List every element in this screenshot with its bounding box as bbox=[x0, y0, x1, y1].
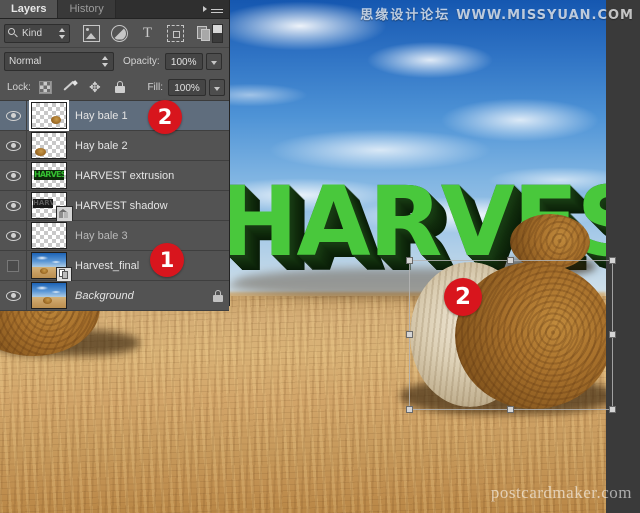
layer-thumbnail-cell[interactable] bbox=[27, 252, 72, 283]
layer-thumbnail bbox=[31, 252, 72, 283]
blend-mode-value: Normal bbox=[9, 55, 42, 67]
magnifier-icon bbox=[8, 27, 19, 39]
eye-icon bbox=[5, 110, 21, 121]
opacity-input[interactable]: 100% bbox=[164, 52, 203, 70]
watermark-top: 思缘设计论坛 WWW.MISSYUAN.COM bbox=[360, 4, 634, 23]
filter-type-icons: T bbox=[83, 24, 212, 42]
layer-list: Hay bale 1 Hay bale 2 HARVES HARVEST ext… bbox=[0, 100, 229, 311]
layer-thumbnail bbox=[31, 132, 67, 159]
panel-menu-icon[interactable] bbox=[203, 4, 225, 15]
lock-position-icon[interactable]: ✥ bbox=[88, 80, 102, 94]
layer-visibility-toggle[interactable] bbox=[0, 131, 27, 160]
callout-badge-2-layer: 2 bbox=[148, 100, 182, 134]
layer-visibility-toggle[interactable] bbox=[0, 101, 27, 130]
layer-thumbnail bbox=[31, 222, 67, 249]
tab-layers[interactable]: Layers bbox=[0, 0, 59, 18]
filter-kind-label: Kind bbox=[22, 27, 43, 39]
layer-visibility-toggle[interactable] bbox=[0, 221, 27, 250]
lock-image-pixels-icon[interactable] bbox=[63, 80, 77, 94]
layer-visibility-toggle[interactable] bbox=[0, 251, 27, 280]
callout-badge-1-layer: 1 bbox=[150, 243, 184, 277]
hay-bale-far bbox=[510, 214, 590, 270]
table-row[interactable]: Harvest_final bbox=[0, 251, 229, 283]
table-row[interactable]: HARVEST HARVEST shadow bbox=[0, 191, 229, 223]
blend-mode-stepper-icon[interactable] bbox=[102, 55, 109, 67]
table-row[interactable]: Background bbox=[0, 281, 229, 311]
layer-thumbnail-cell[interactable] bbox=[27, 132, 71, 159]
layer-locked-indicator bbox=[207, 289, 229, 302]
layer-name[interactable]: Hay bale 3 bbox=[71, 230, 229, 242]
fill-slider-button[interactable] bbox=[209, 78, 225, 96]
eye-icon bbox=[5, 140, 21, 151]
table-row[interactable]: HARVEST HARVEST extrusion bbox=[0, 161, 229, 191]
layer-thumbnail bbox=[31, 282, 67, 309]
watermark-top-url: WWW.MISSYUAN.COM bbox=[456, 8, 634, 23]
layers-panel: Layers History Kind T Normal Opacity: 10… bbox=[0, 0, 230, 311]
fill-input[interactable]: 100% bbox=[168, 78, 206, 96]
layer-thumbnail-cell[interactable] bbox=[27, 100, 71, 131]
filter-smart-object-layers-icon[interactable] bbox=[195, 25, 212, 42]
opacity-slider-button[interactable] bbox=[205, 52, 222, 70]
lock-label: Lock: bbox=[7, 81, 31, 93]
eye-off-icon bbox=[7, 259, 19, 272]
layer-thumbnail: HARVEST bbox=[31, 162, 67, 189]
fill-label: Fill: bbox=[147, 81, 163, 93]
watermark-top-chinese: 思缘设计论坛 bbox=[360, 8, 451, 23]
filter-adjustment-layers-icon[interactable] bbox=[111, 24, 128, 42]
callout-badge-2-canvas: 2 bbox=[444, 278, 482, 316]
table-row[interactable]: Hay bale 2 bbox=[0, 131, 229, 161]
filter-kind-dropdown[interactable]: Kind bbox=[4, 23, 70, 43]
photoshop-screenshot: HARVEST HARVEST bbox=[0, 0, 640, 513]
thumbnail-harvest-green: HARVEST bbox=[34, 170, 64, 180]
thumbnail-harvest-shadow: HARVEST bbox=[33, 199, 53, 208]
up-down-arrows-icon[interactable] bbox=[59, 27, 66, 39]
eye-icon bbox=[5, 200, 21, 211]
lock-transparent-pixels-icon[interactable] bbox=[38, 80, 52, 94]
lock-all-icon[interactable] bbox=[113, 80, 127, 94]
layer-name[interactable]: Background bbox=[71, 290, 207, 302]
layer-visibility-toggle[interactable] bbox=[0, 161, 27, 190]
layer-name[interactable]: HARVEST shadow bbox=[71, 200, 229, 212]
layer-thumbnail bbox=[29, 100, 69, 131]
layer-visibility-toggle[interactable] bbox=[0, 191, 27, 220]
filter-enable-toggle[interactable] bbox=[212, 23, 223, 43]
filter-pixel-layers-icon[interactable] bbox=[83, 24, 100, 42]
eye-icon bbox=[5, 170, 21, 181]
layer-visibility-toggle[interactable] bbox=[0, 281, 27, 310]
lock-buttons: ✥ bbox=[38, 80, 127, 94]
filter-shape-layers-icon[interactable] bbox=[167, 24, 184, 42]
layer-name[interactable]: HARVEST extrusion bbox=[71, 170, 229, 182]
table-row[interactable]: Hay bale 3 bbox=[0, 221, 229, 251]
panel-tab-strip: Layers History bbox=[0, 0, 229, 19]
layer-thumbnail-cell[interactable] bbox=[27, 282, 71, 309]
blend-mode-dropdown[interactable]: Normal bbox=[4, 51, 114, 71]
lock-icon bbox=[213, 289, 223, 302]
tab-history[interactable]: History bbox=[58, 0, 116, 18]
layer-thumbnail-cell[interactable]: HARVEST bbox=[27, 192, 73, 223]
layer-name[interactable]: Hay bale 2 bbox=[71, 140, 229, 152]
filter-type-layers-icon[interactable]: T bbox=[139, 25, 156, 42]
lock-row: Lock: ✥ Fill: 100% bbox=[0, 74, 229, 101]
layer-thumbnail: HARVEST bbox=[31, 192, 73, 223]
eye-icon bbox=[5, 230, 21, 241]
layer-filter-row: Kind T bbox=[0, 19, 229, 48]
opacity-label: Opacity: bbox=[123, 55, 160, 67]
blend-mode-row: Normal Opacity: 100% bbox=[0, 48, 229, 74]
eye-icon bbox=[5, 290, 21, 301]
layer-thumbnail-cell[interactable]: HARVEST bbox=[27, 162, 71, 189]
watermark-bottom: postcardmaker.com bbox=[490, 483, 632, 502]
layer-thumbnail-cell[interactable] bbox=[27, 222, 71, 249]
canvas-outside-area bbox=[606, 0, 640, 513]
table-row[interactable]: Hay bale 1 bbox=[0, 100, 229, 131]
